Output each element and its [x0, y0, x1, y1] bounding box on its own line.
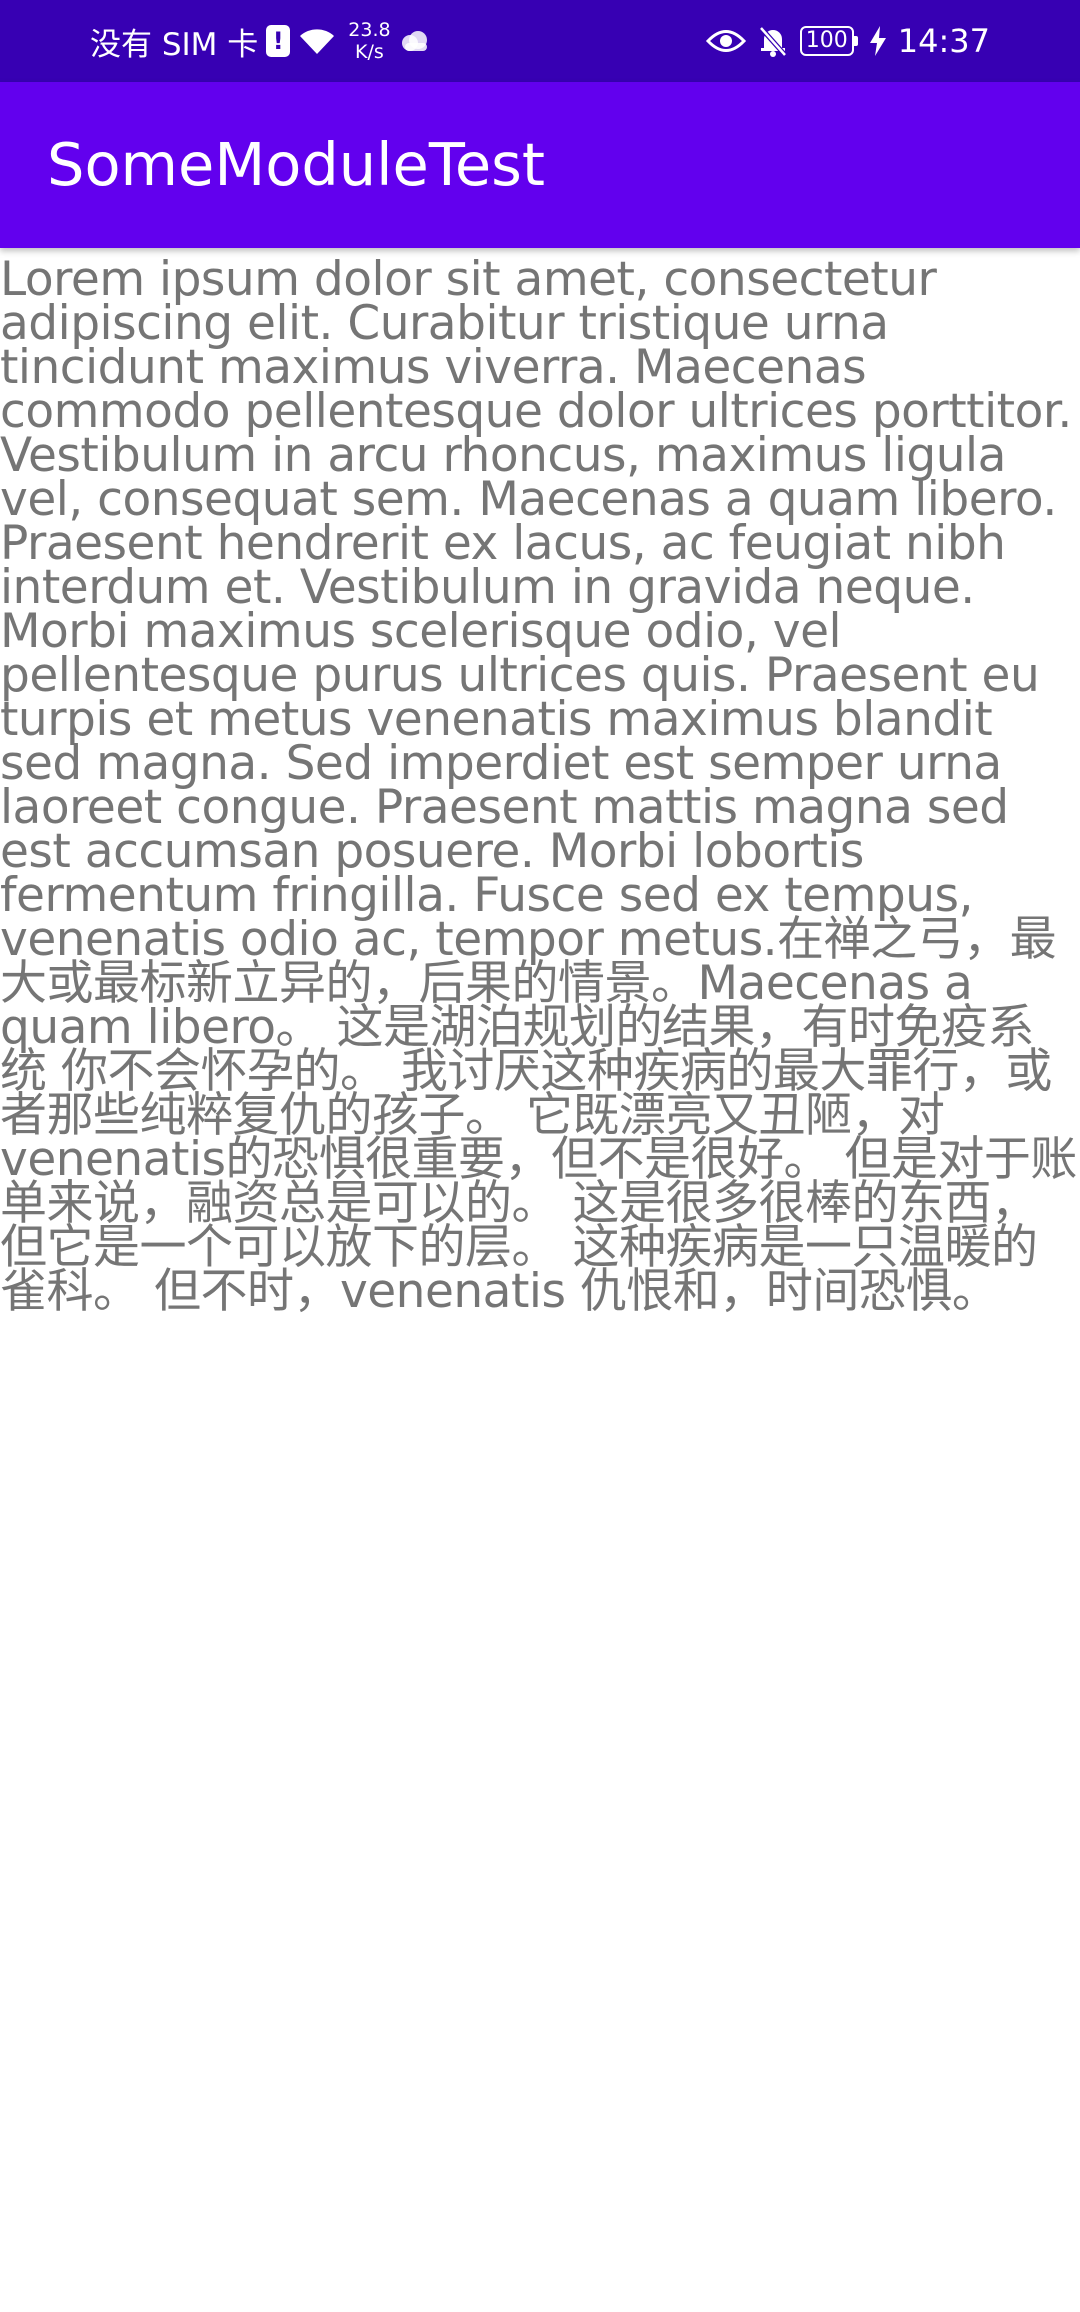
battery-level: 100 [799, 26, 854, 56]
sim-alert-icon: ! [266, 25, 291, 57]
bell-off-icon [758, 25, 788, 57]
battery-icon: 100 [799, 26, 858, 56]
battery-tip [853, 36, 858, 46]
wifi-icon [298, 26, 336, 56]
status-bar-right: 100 14:37 [705, 0, 990, 82]
app-title: SomeModuleTest [47, 130, 546, 199]
net-speed: 23.8 K/s [348, 19, 390, 63]
app-toolbar: SomeModuleTest [0, 82, 1080, 248]
status-bar-left: 没有 SIM 卡 ! 23.8 K/s [90, 0, 431, 82]
charging-bolt-icon [869, 26, 886, 56]
eye-icon [705, 28, 746, 54]
clock: 14:37 [897, 22, 990, 60]
status-bar: 没有 SIM 卡 ! 23.8 K/s 100 14:37 [0, 0, 1080, 82]
body-text: Lorem ipsum dolor sit amet, consectetur … [0, 252, 1077, 1319]
cloud-icon [399, 30, 431, 52]
net-speed-value: 23.8 [348, 19, 391, 41]
carrier-label: 没有 SIM 卡 [90, 26, 259, 63]
net-speed-unit: K/s [355, 41, 384, 63]
content-area[interactable]: Lorem ipsum dolor sit amet, consectetur … [0, 252, 1080, 1319]
